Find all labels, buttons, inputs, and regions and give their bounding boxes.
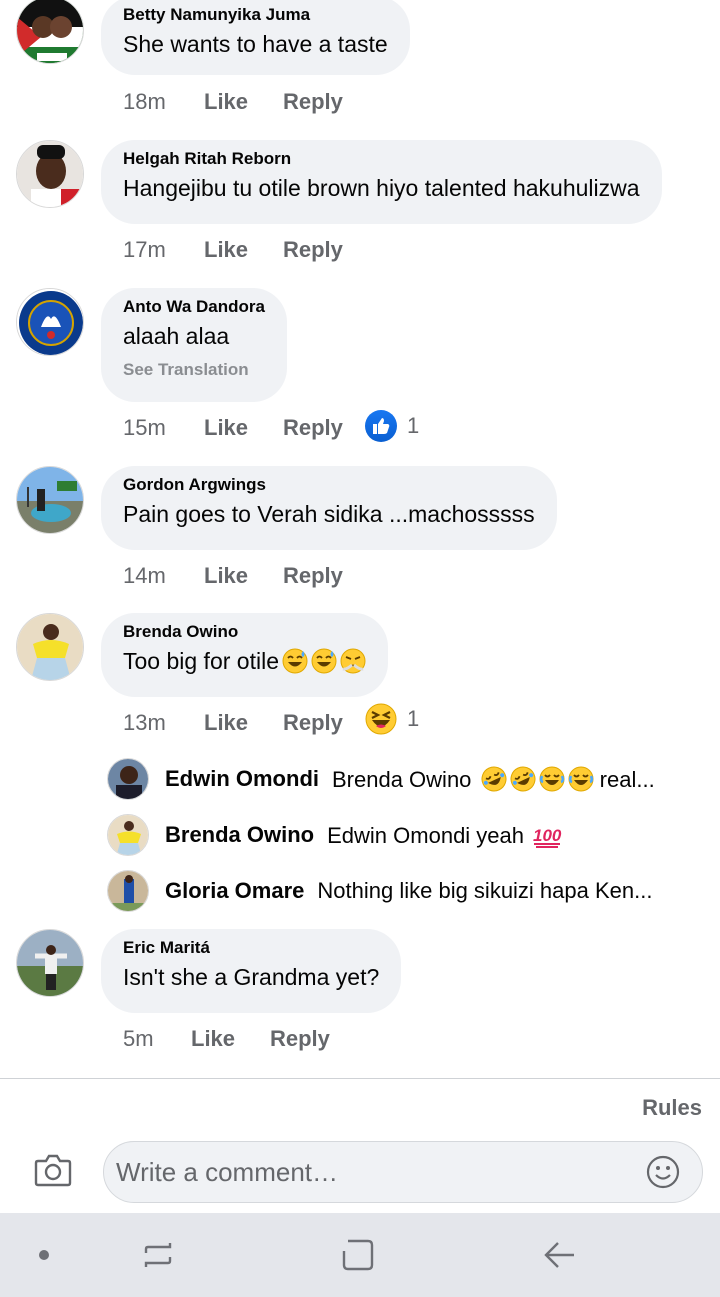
comment-time: 13m (123, 710, 166, 735)
avatar[interactable] (16, 140, 84, 208)
reply-button[interactable]: Reply (283, 710, 343, 736)
comment-author[interactable]: Anto Wa Dandora (123, 297, 265, 317)
reply-text-tail: real... (599, 766, 655, 792)
comment-time: 17m (123, 237, 166, 262)
comment-actions: 17m Like Reply (123, 232, 343, 268)
reply-item[interactable]: Brenda Owino Edwin Omondi yeah (107, 813, 697, 857)
comment-actions: 5m Like Reply (123, 1021, 330, 1057)
comment-author[interactable]: Eric Maritá (123, 938, 379, 958)
comment-bubble[interactable]: Brenda Owino Too big for otile (101, 613, 388, 697)
like-button[interactable]: Like (204, 89, 283, 115)
comment-input-box[interactable] (103, 1141, 703, 1203)
comment-text: Too big for otile (123, 645, 366, 677)
avatar[interactable] (107, 758, 149, 800)
home-icon[interactable] (340, 1237, 376, 1273)
sweat-smile-emoji (311, 648, 337, 674)
reaction-summary[interactable]: 1 (365, 703, 419, 735)
comment-actions: 13m Like Reply (123, 705, 343, 741)
avatar[interactable] (107, 870, 149, 912)
back-icon[interactable] (542, 1237, 578, 1273)
rofl-emoji (480, 765, 507, 792)
reply-item[interactable]: Edwin Omondi Brenda Owino real... (107, 757, 697, 801)
comment-bubble[interactable]: Eric Maritá Isn't she a Grandma yet? (101, 929, 402, 1013)
reply-text: Edwin Omondi yeah (327, 822, 697, 849)
reply-text-body: Brenda Owino (332, 766, 472, 792)
reply-author[interactable]: Edwin Omondi (165, 766, 319, 792)
reply-text: Nothing like big sikuizi hapa Ken... (317, 878, 653, 903)
dot-icon[interactable] (26, 1237, 62, 1273)
reply-button[interactable]: Reply (283, 89, 343, 115)
thumbs-up-icon (365, 410, 397, 442)
reaction-summary[interactable]: 1 (365, 410, 419, 442)
like-button[interactable]: Like (204, 415, 283, 441)
comment-text: alaah alaa (123, 323, 230, 349)
recent-apps-icon[interactable] (140, 1237, 176, 1273)
comment-author[interactable]: Betty Namunyika Juma (123, 5, 388, 25)
reply-text: Brenda Owino real... (332, 765, 697, 793)
like-button[interactable]: Like (191, 1026, 270, 1052)
camera-icon[interactable] (34, 1152, 72, 1188)
comment-bubble[interactable]: Gordon Argwings Pain goes to Verah sidik… (101, 466, 557, 550)
comment-bubble[interactable]: Anto Wa Dandora alaah alaa See Translati… (101, 288, 287, 402)
laughing-icon (365, 703, 397, 735)
avatar[interactable] (16, 929, 84, 997)
reply-author[interactable]: Gloria Omare (165, 878, 304, 904)
reply-author[interactable]: Brenda Owino (165, 822, 314, 848)
emoji-picker-icon[interactable] (646, 1155, 680, 1189)
comment-text: She wants to have a taste (123, 31, 388, 57)
comment-author[interactable]: Brenda Owino (123, 622, 366, 642)
reply-button[interactable]: Reply (283, 563, 343, 589)
reaction-count: 1 (407, 413, 420, 438)
comment-bubble[interactable]: Betty Namunyika Juma She wants to have a… (101, 0, 410, 75)
avatar[interactable] (107, 814, 149, 856)
reply-button[interactable]: Reply (283, 415, 343, 441)
see-translation-link[interactable]: See Translation (123, 360, 265, 380)
comment-author[interactable]: Helgah Ritah Reborn (123, 149, 640, 169)
comment-actions: 14m Like Reply (123, 558, 343, 594)
comment-time: 5m (123, 1026, 154, 1051)
comment-bubble[interactable]: Helgah Ritah Reborn Hangejibu tu otile b… (101, 140, 662, 224)
rules-link[interactable]: Rules (642, 1095, 702, 1121)
avatar[interactable] (16, 466, 84, 534)
reply-button[interactable]: Reply (270, 1026, 330, 1052)
like-button[interactable]: Like (204, 710, 283, 736)
reply-text-body: Edwin Omondi yeah (327, 822, 525, 848)
comment-text-body: Too big for otile (123, 648, 279, 674)
comment-text: Hangejibu tu otile brown hiyo talented h… (123, 175, 640, 201)
rofl-emoji (509, 765, 536, 792)
avatar[interactable] (16, 0, 84, 64)
avatar[interactable] (16, 613, 84, 681)
comment-input[interactable] (116, 1156, 616, 1188)
hundred-points-emoji (533, 824, 564, 848)
joy-emoji (567, 765, 594, 792)
system-navigation-bar (0, 1213, 720, 1297)
comment-actions: 15m Like Reply (123, 410, 343, 446)
comment-author[interactable]: Gordon Argwings (123, 475, 535, 495)
comment-actions: 18m Like Reply (123, 84, 343, 120)
sweat-smile-emoji (282, 648, 308, 674)
divider (0, 1078, 720, 1079)
joy-emoji (538, 765, 565, 792)
like-button[interactable]: Like (204, 563, 283, 589)
like-button[interactable]: Like (204, 237, 283, 263)
comment-time: 15m (123, 415, 166, 440)
comment-time: 14m (123, 563, 166, 588)
reply-item[interactable]: Gloria Omare Nothing like big sikuizi ha… (107, 869, 697, 913)
reaction-count: 1 (407, 706, 420, 731)
reply-button[interactable]: Reply (283, 237, 343, 263)
comment-time: 18m (123, 89, 166, 114)
avatar[interactable] (16, 288, 84, 356)
comment-text: Pain goes to Verah sidika ...machosssss (123, 501, 535, 527)
comment-text: Isn't she a Grandma yet? (123, 964, 380, 990)
steam-nose-emoji (339, 648, 366, 674)
